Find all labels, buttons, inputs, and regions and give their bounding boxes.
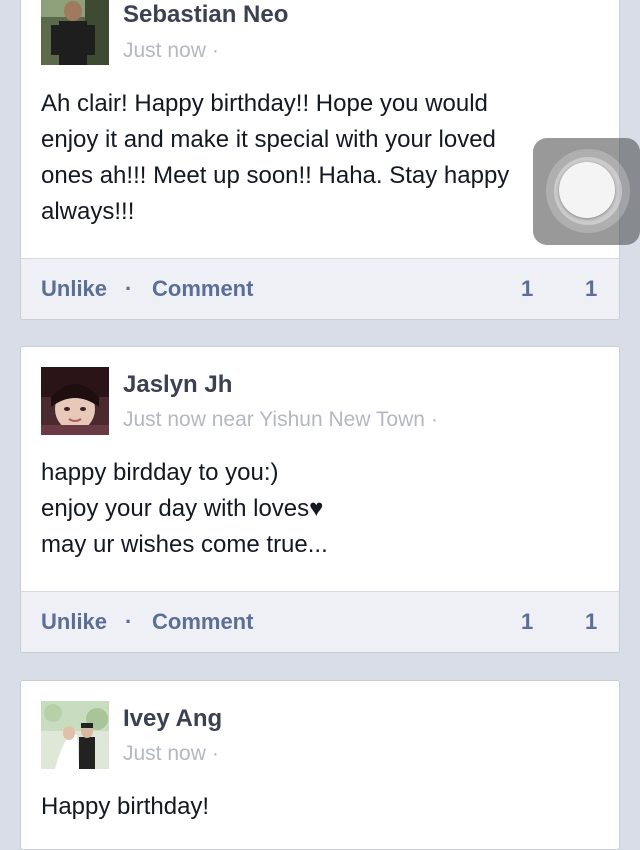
like-count[interactable]: 1 <box>521 276 533 302</box>
unlike-button[interactable]: Unlike <box>41 609 107 635</box>
assistive-touch-button[interactable] <box>533 138 640 245</box>
timestamp[interactable]: Just now <box>123 39 206 62</box>
message-line: may ur wishes come true... <box>41 531 328 558</box>
message-line: happy birdday to you:) <box>41 459 279 486</box>
post-time: Just now · <box>123 39 219 63</box>
author-name[interactable]: Jaslyn Jh <box>123 371 232 399</box>
post-card: Sebastian Neo Just now · Ah clair! Happy … <box>20 0 620 320</box>
meta-dot: · <box>211 39 219 62</box>
comment-button[interactable]: Comment <box>152 276 253 302</box>
post-message: happy birdday to you:) enjoy your day wi… <box>41 455 589 563</box>
post-card: Jaslyn Jh Just now near Yishun New Town ·… <box>20 346 620 653</box>
message-line: Happy birthday! <box>41 793 210 820</box>
post-action-bar: Unlike · Comment 1 1 <box>21 591 619 652</box>
post-card: Ivey Ang Just now · Happy birthday! <box>20 680 620 850</box>
timestamp[interactable]: Just now <box>123 742 206 765</box>
action-separator: · <box>125 276 133 301</box>
message-line: ones ah!!! Meet up soon!! Haha. Stay hap… <box>41 162 510 189</box>
post-message: Ah clair! Happy birthday!! Hope you woul… <box>41 86 589 230</box>
author-name[interactable]: Sebastian Neo <box>123 1 288 29</box>
comment-count[interactable]: 1 <box>585 609 597 635</box>
news-feed: Sebastian Neo Just now · Ah clair! Happy … <box>0 0 640 850</box>
like-count[interactable]: 1 <box>521 609 533 635</box>
assistive-touch-knob <box>559 162 615 218</box>
unlike-button[interactable]: Unlike <box>41 276 107 302</box>
comment-button[interactable]: Comment <box>152 609 253 635</box>
action-separator: · <box>125 609 133 634</box>
message-line: Ah clair! Happy birthday!! Hope you woul… <box>41 90 488 117</box>
timestamp[interactable]: Just now near Yishun New Town <box>123 408 425 431</box>
author-avatar[interactable] <box>41 367 109 435</box>
post-message: Happy birthday! <box>41 789 589 825</box>
message-line: enjoy it and make it special with your l… <box>41 126 496 153</box>
author-avatar[interactable] <box>41 701 109 769</box>
post-action-bar: Unlike · Comment 1 1 <box>21 258 619 319</box>
message-line: always!!! <box>41 198 135 225</box>
post-time: Just now · <box>123 742 219 766</box>
message-line: enjoy your day with loves♥ <box>41 495 324 522</box>
post-time: Just now near Yishun New Town · <box>123 408 438 432</box>
author-name[interactable]: Ivey Ang <box>123 705 222 733</box>
author-avatar[interactable] <box>41 0 109 65</box>
meta-dot: · <box>211 742 219 765</box>
comment-count[interactable]: 1 <box>585 276 597 302</box>
meta-dot: · <box>430 408 438 431</box>
